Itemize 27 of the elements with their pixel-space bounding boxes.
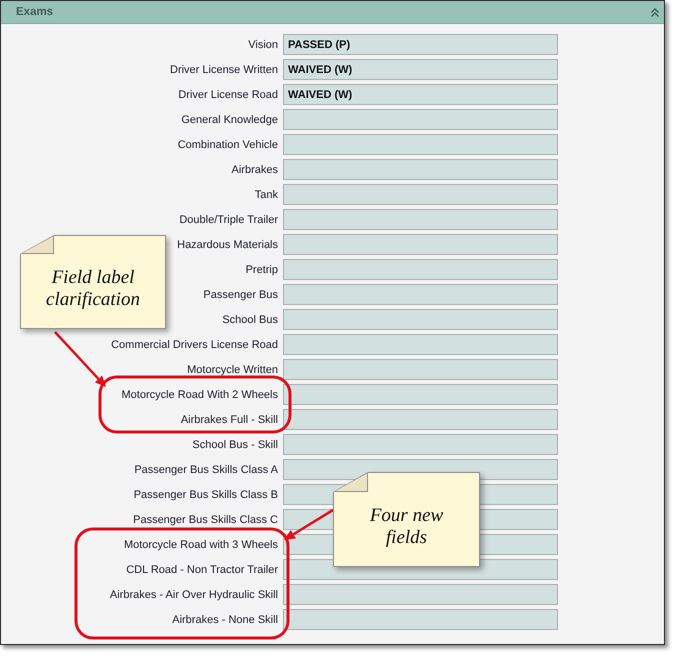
field-label: Combination Vehicle [178, 138, 278, 150]
panel-title: Exams [16, 6, 54, 18]
field-label: Driver License Written [170, 64, 278, 76]
field-label: Passenger Bus Skills Class A [134, 464, 278, 476]
callout-tooltip: Field label clarification [20, 235, 166, 329]
callout-tooltip: Four new fields [333, 472, 480, 567]
field-label: Airbrakes Full - Skill [180, 414, 278, 426]
field-label: Motorcycle Road With 2 Wheels [122, 388, 278, 400]
field-label: Passenger Bus Skills Class C [133, 514, 278, 526]
field-label: Commercial Drivers License Road [111, 338, 278, 350]
field-label: Motorcycle Road with 3 Wheels [124, 538, 278, 550]
field-label: Motorcycle Written [187, 364, 278, 376]
field-label: Hazardous Materials [177, 238, 278, 250]
field-label: Double/Triple Trailer [179, 214, 278, 226]
field-label: CDL Road - Non Tractor Trailer [126, 564, 278, 576]
field-label: Tank [254, 188, 278, 200]
field-label: Airbrakes [232, 164, 278, 176]
field-label: General Knowledge [181, 114, 278, 126]
field-label: Passenger Bus [203, 288, 278, 300]
field-label: School Bus - Skill [192, 438, 278, 450]
field-label: Passenger Bus Skills Class B [134, 488, 278, 500]
field-label: Airbrakes - None Skill [172, 614, 278, 626]
field-label: Pretrip [246, 264, 278, 276]
field-label: Vision [248, 38, 278, 50]
field-label: Airbrakes - Air Over Hydraulic Skill [110, 588, 278, 600]
field-label: School Bus [222, 314, 278, 326]
field-label: Driver License Road [178, 88, 278, 100]
